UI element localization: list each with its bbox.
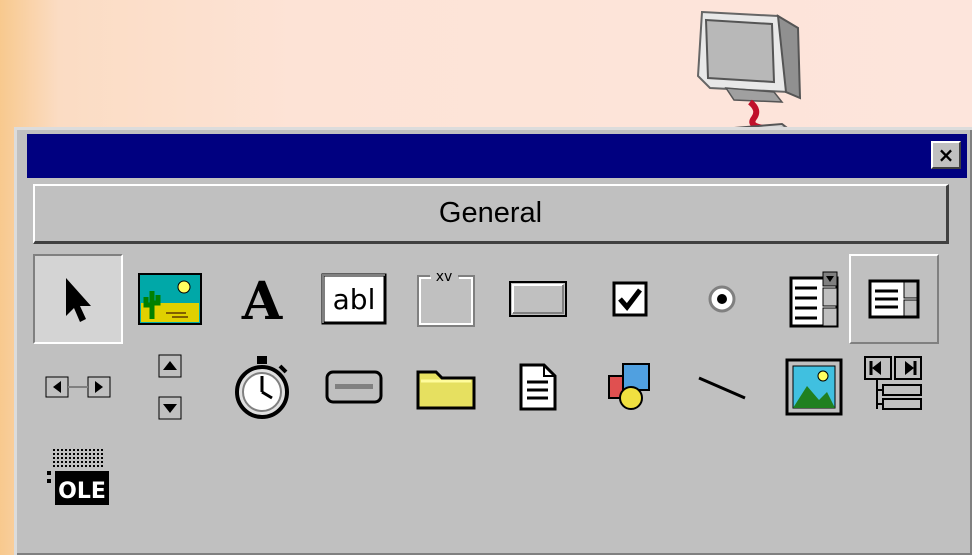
close-button[interactable]: × bbox=[931, 141, 961, 169]
pointer-icon bbox=[66, 278, 91, 322]
shape-tool[interactable] bbox=[585, 342, 675, 432]
title-bar[interactable]: × bbox=[27, 134, 967, 178]
line-tool[interactable] bbox=[677, 342, 767, 432]
tab-general[interactable]: General bbox=[33, 184, 949, 244]
label-tool[interactable]: A bbox=[217, 254, 307, 344]
svg-text:OLE: OLE bbox=[58, 479, 106, 504]
svg-text:xv: xv bbox=[436, 269, 453, 285]
listbox-icon bbox=[868, 279, 920, 319]
pointer-tool[interactable] bbox=[33, 254, 123, 344]
hscrollbar-tool[interactable] bbox=[33, 342, 123, 432]
image-tool[interactable] bbox=[769, 342, 859, 432]
line-icon bbox=[698, 376, 746, 400]
vscrollbar-tool[interactable] bbox=[125, 342, 215, 432]
vscrollbar-icon bbox=[158, 354, 182, 420]
data-icon bbox=[864, 356, 922, 410]
drivelistbox-tool[interactable] bbox=[309, 342, 399, 432]
dirlistbox-tool[interactable] bbox=[401, 342, 491, 432]
combobox-icon bbox=[789, 271, 839, 328]
svg-text:A: A bbox=[241, 271, 283, 327]
svg-text:abl: abl bbox=[333, 283, 376, 316]
timer-icon bbox=[235, 356, 289, 419]
filelistbox-icon bbox=[519, 363, 557, 411]
frame-tool[interactable]: xv bbox=[401, 254, 491, 344]
picturebox-tool[interactable] bbox=[125, 254, 215, 344]
shape-icon bbox=[608, 363, 650, 410]
textbox-icon: abl bbox=[321, 273, 387, 325]
data-tool[interactable] bbox=[849, 342, 939, 432]
optionbutton-tool[interactable] bbox=[677, 254, 767, 344]
picturebox-icon bbox=[138, 273, 202, 325]
ole-icon: OLE bbox=[47, 449, 109, 505]
timer-tool[interactable] bbox=[217, 342, 307, 432]
checkbox-icon bbox=[612, 281, 648, 317]
image-icon bbox=[785, 358, 843, 416]
ole-tool[interactable]: OLE bbox=[33, 432, 123, 522]
checkbox-tool[interactable] bbox=[585, 254, 675, 344]
optionbutton-icon bbox=[708, 285, 736, 313]
textbox-tool[interactable]: abl bbox=[309, 254, 399, 344]
label-icon: A bbox=[241, 271, 283, 327]
hscrollbar-icon bbox=[45, 376, 111, 398]
commandbutton-icon bbox=[509, 281, 567, 317]
commandbutton-tool[interactable] bbox=[493, 254, 583, 344]
combobox-tool[interactable] bbox=[769, 254, 859, 344]
toolbox-window: × General A abl xv OLE bbox=[14, 127, 972, 555]
dirlistbox-icon bbox=[416, 370, 476, 410]
drivelistbox-icon bbox=[325, 370, 383, 404]
listbox-tool[interactable] bbox=[849, 254, 939, 344]
filelistbox-tool[interactable] bbox=[493, 342, 583, 432]
frame-icon: xv bbox=[417, 269, 475, 327]
